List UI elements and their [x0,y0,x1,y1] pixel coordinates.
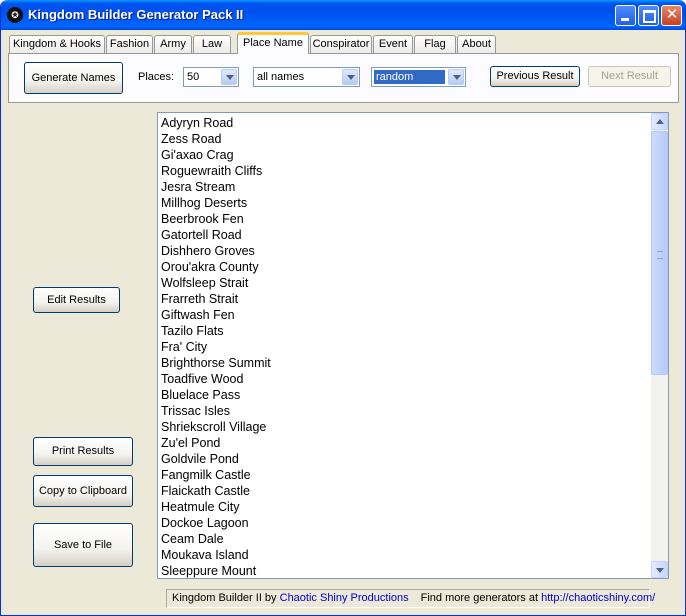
tab-kingdom-hooks[interactable]: Kingdom & Hooks [9,35,105,53]
app-icon: ✪ [7,7,23,23]
company-link[interactable]: Chaotic Shiny Productions [280,592,409,604]
scroll-thumb[interactable] [651,131,668,375]
list-item[interactable]: Flaickath Castle [161,483,250,499]
list-item[interactable]: Sleeppure Mount [161,563,256,578]
list-item[interactable]: Millhog Deserts [161,195,247,211]
next-result-button[interactable]: Next Result [588,66,671,87]
status-bar: Kingdom Builder II by Chaotic Shiny Prod… [166,589,655,608]
list-item[interactable]: Giftwash Fen [161,307,235,323]
list-item[interactable]: Zu'el Pond [161,435,220,451]
place-name-panel: Generate Names Places: 50 all names rand… [8,53,679,103]
list-item[interactable]: Wolfsleep Strait [161,275,248,291]
list-item[interactable]: Frarreth Strait [161,291,238,307]
save-to-file-button[interactable]: Save to File [33,523,133,567]
tab-law[interactable]: Law [193,35,231,53]
list-item[interactable]: Shriekscroll Village [161,419,266,435]
list-item[interactable]: Gi'axao Crag [161,147,234,163]
list-item[interactable]: Dishhero Groves [161,243,255,259]
generate-names-button[interactable]: Generate Names [24,62,123,94]
title-bar[interactable]: ✪ Kingdom Builder Generator Pack II ✕ [1,0,685,30]
list-item[interactable]: Moukava Island [161,547,249,563]
maximize-icon [643,10,656,23]
list-item[interactable]: Jesra Stream [161,179,235,195]
tab-flag[interactable]: Flag [414,35,456,53]
places-value: 50 [187,71,200,83]
list-item[interactable]: Fra' City [161,339,207,355]
list-item[interactable]: Zess Road [161,131,221,147]
tab-event[interactable]: Event [373,35,413,53]
list-item[interactable]: Trissac Isles [161,403,230,419]
tab-fashion[interactable]: Fashion [106,35,153,53]
name-style-select[interactable]: random [371,67,466,87]
grip-icon [657,251,663,259]
places-label: Places: [138,71,175,83]
minimize-icon [621,18,629,21]
name-filter-select[interactable]: all names [253,67,360,87]
tab-place-name[interactable]: Place Name [237,32,309,54]
list-item[interactable]: Goldvile Pond [161,451,239,467]
print-results-button[interactable]: Print Results [33,437,133,466]
status-prefix: Kingdom Builder II by [172,592,280,604]
list-item[interactable]: Beerbrook Fen [161,211,244,227]
list-item[interactable]: Fangmilk Castle [161,467,251,483]
website-link[interactable]: http://chaoticshiny.com/ [541,592,655,604]
list-item[interactable]: Ceam Dale [161,531,224,547]
tab-army[interactable]: Army [154,35,192,53]
window-title: Kingdom Builder Generator Pack II [28,7,244,22]
scroll-down-icon[interactable] [651,561,668,578]
results-list[interactable]: Adyryn Road Zess Road Gi'axao Crag Roguewra… [157,112,669,579]
list-item[interactable]: Orou'akra County [161,259,259,275]
vertical-scrollbar[interactable] [651,113,668,578]
list-item[interactable]: Brighthorse Summit [161,355,271,371]
filter-value: all names [257,71,305,83]
copy-to-clipboard-button[interactable]: Copy to Clipboard [33,475,133,507]
scroll-up-icon[interactable] [651,113,668,130]
chevron-down-icon[interactable] [221,69,237,85]
places-select[interactable]: 50 [183,67,239,87]
status-middle: Find more generators at [420,592,542,604]
tab-about[interactable]: About [457,35,496,53]
maximize-button[interactable] [638,5,659,26]
chevron-down-icon[interactable] [342,69,358,85]
close-button[interactable]: ✕ [661,5,682,26]
app-window: ✪ Kingdom Builder Generator Pack II ✕ Ki… [0,0,686,616]
list-item[interactable]: Gatortell Road [161,227,242,243]
list-item[interactable]: Roguewraith Cliffs [161,163,262,179]
list-item[interactable]: Heatmule City [161,499,240,515]
list-item[interactable]: Dockoe Lagoon [161,515,249,531]
close-icon: ✕ [665,6,679,23]
previous-result-button[interactable]: Previous Result [490,66,580,87]
minimize-button[interactable] [615,5,636,26]
list-item[interactable]: Toadfive Wood [161,371,243,387]
tab-conspirator[interactable]: Conspirator [310,35,372,53]
style-value: random [374,70,445,84]
list-item[interactable]: Adyryn Road [161,115,233,131]
list-item[interactable]: Bluelace Pass [161,387,240,403]
edit-results-button[interactable]: Edit Results [33,287,120,313]
list-item[interactable]: Tazilo Flats [161,323,224,339]
chevron-down-icon[interactable] [448,69,464,85]
